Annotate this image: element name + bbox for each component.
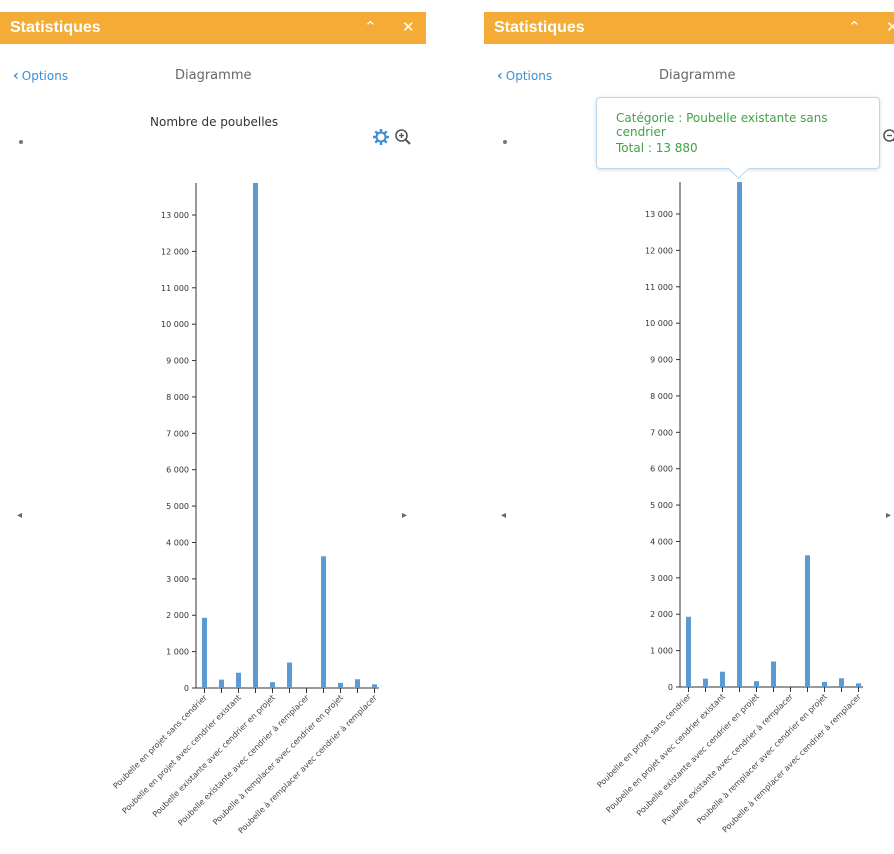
y-tick-label: 9 000	[650, 356, 673, 365]
bar	[355, 679, 360, 688]
y-tick-label: 13 000	[161, 211, 189, 220]
bar	[372, 684, 377, 688]
y-tick-label: 3 000	[166, 575, 189, 584]
y-tick-label: 2 000	[166, 611, 189, 620]
y-tick-label: 9 000	[166, 357, 189, 366]
x-tick-label: Poubelle à remplacer avec cendrier en pr…	[695, 692, 829, 826]
bar	[754, 681, 759, 687]
tooltip-total: Total : 13 880	[616, 141, 698, 155]
bar	[686, 616, 691, 687]
bar	[720, 671, 725, 687]
y-tick-label: 4 000	[650, 537, 673, 546]
y-tick-label: 6 000	[650, 465, 673, 474]
bar	[737, 182, 742, 687]
y-tick-label: 11 000	[161, 284, 189, 293]
x-tick-label: Poubelle existante avec cendrier en proj…	[151, 693, 277, 819]
y-tick-label: 2 000	[650, 610, 673, 619]
x-tick-label: Poubelle à remplacer avec cendrier en pr…	[211, 693, 345, 827]
bar	[270, 682, 275, 688]
y-tick-label: 5 000	[650, 501, 673, 510]
y-tick-label: 7 000	[650, 428, 673, 437]
bar	[839, 678, 844, 687]
x-tick-label: Poubelle en projet avec cendrier existan…	[120, 693, 243, 816]
bar	[287, 662, 292, 688]
bar	[321, 556, 326, 688]
y-tick-label: 11 000	[645, 283, 673, 292]
bar	[338, 682, 343, 688]
y-tick-label: 13 000	[645, 210, 673, 219]
chart-group: 0 1 000 2 000 3 000 4 000 5 000 6 000 7 000 8 00…	[111, 183, 379, 835]
x-tick-label: Poubelle existante avec cendrier à rempl…	[660, 692, 795, 827]
x-tick-label: Poubelle en projet avec cendrier existan…	[604, 692, 727, 815]
x-tick-label: Poubelle existante avec cendrier en proj…	[635, 692, 761, 818]
bar	[822, 681, 827, 687]
bar	[856, 683, 861, 687]
y-tick-label: 12 000	[161, 247, 189, 256]
bar-tooltip: Catégorie : Poubelle existante sans cend…	[596, 97, 880, 180]
y-tick-label: 5 000	[166, 502, 189, 511]
y-tick-label: 8 000	[650, 392, 673, 401]
bar	[771, 661, 776, 687]
y-tick-label: 8 000	[166, 393, 189, 402]
bar	[703, 678, 708, 687]
bar	[253, 183, 258, 688]
statistics-panel-right: Statistiques ⌃ ✕ ‹ Options Diagramme ◂ ▸ …	[484, 0, 894, 854]
bar	[219, 679, 224, 688]
y-tick-label: 10 000	[645, 319, 673, 328]
y-tick-label: 4 000	[166, 538, 189, 547]
tooltip-category: Catégorie : Poubelle existante sans cend…	[616, 111, 828, 139]
y-tick-label: 0	[668, 683, 673, 692]
bar-chart: 0 1 000 2 000 3 000 4 000 5 000 6 000 7 000 8 00…	[111, 183, 379, 835]
x-tick-label: Poubelle existante avec cendrier à rempl…	[176, 693, 311, 828]
y-tick-label: 1 000	[166, 648, 189, 657]
y-tick-label: 0	[184, 684, 189, 693]
statistics-panel-left: Statistiques ⌃ ✕ ‹ Options Diagramme Nomb…	[0, 0, 426, 854]
y-tick-label: 12 000	[645, 246, 673, 255]
bar	[805, 555, 810, 687]
y-tick-label: 10 000	[161, 320, 189, 329]
bar	[236, 672, 241, 688]
chart-group: 0 1 000 2 000 3 000 4 000 5 000 6 000 7 000 8 00…	[595, 182, 863, 834]
y-tick-label: 6 000	[166, 466, 189, 475]
y-tick-label: 1 000	[650, 647, 673, 656]
y-tick-label: 7 000	[166, 429, 189, 438]
y-tick-label: 3 000	[650, 574, 673, 583]
bar	[202, 617, 207, 688]
